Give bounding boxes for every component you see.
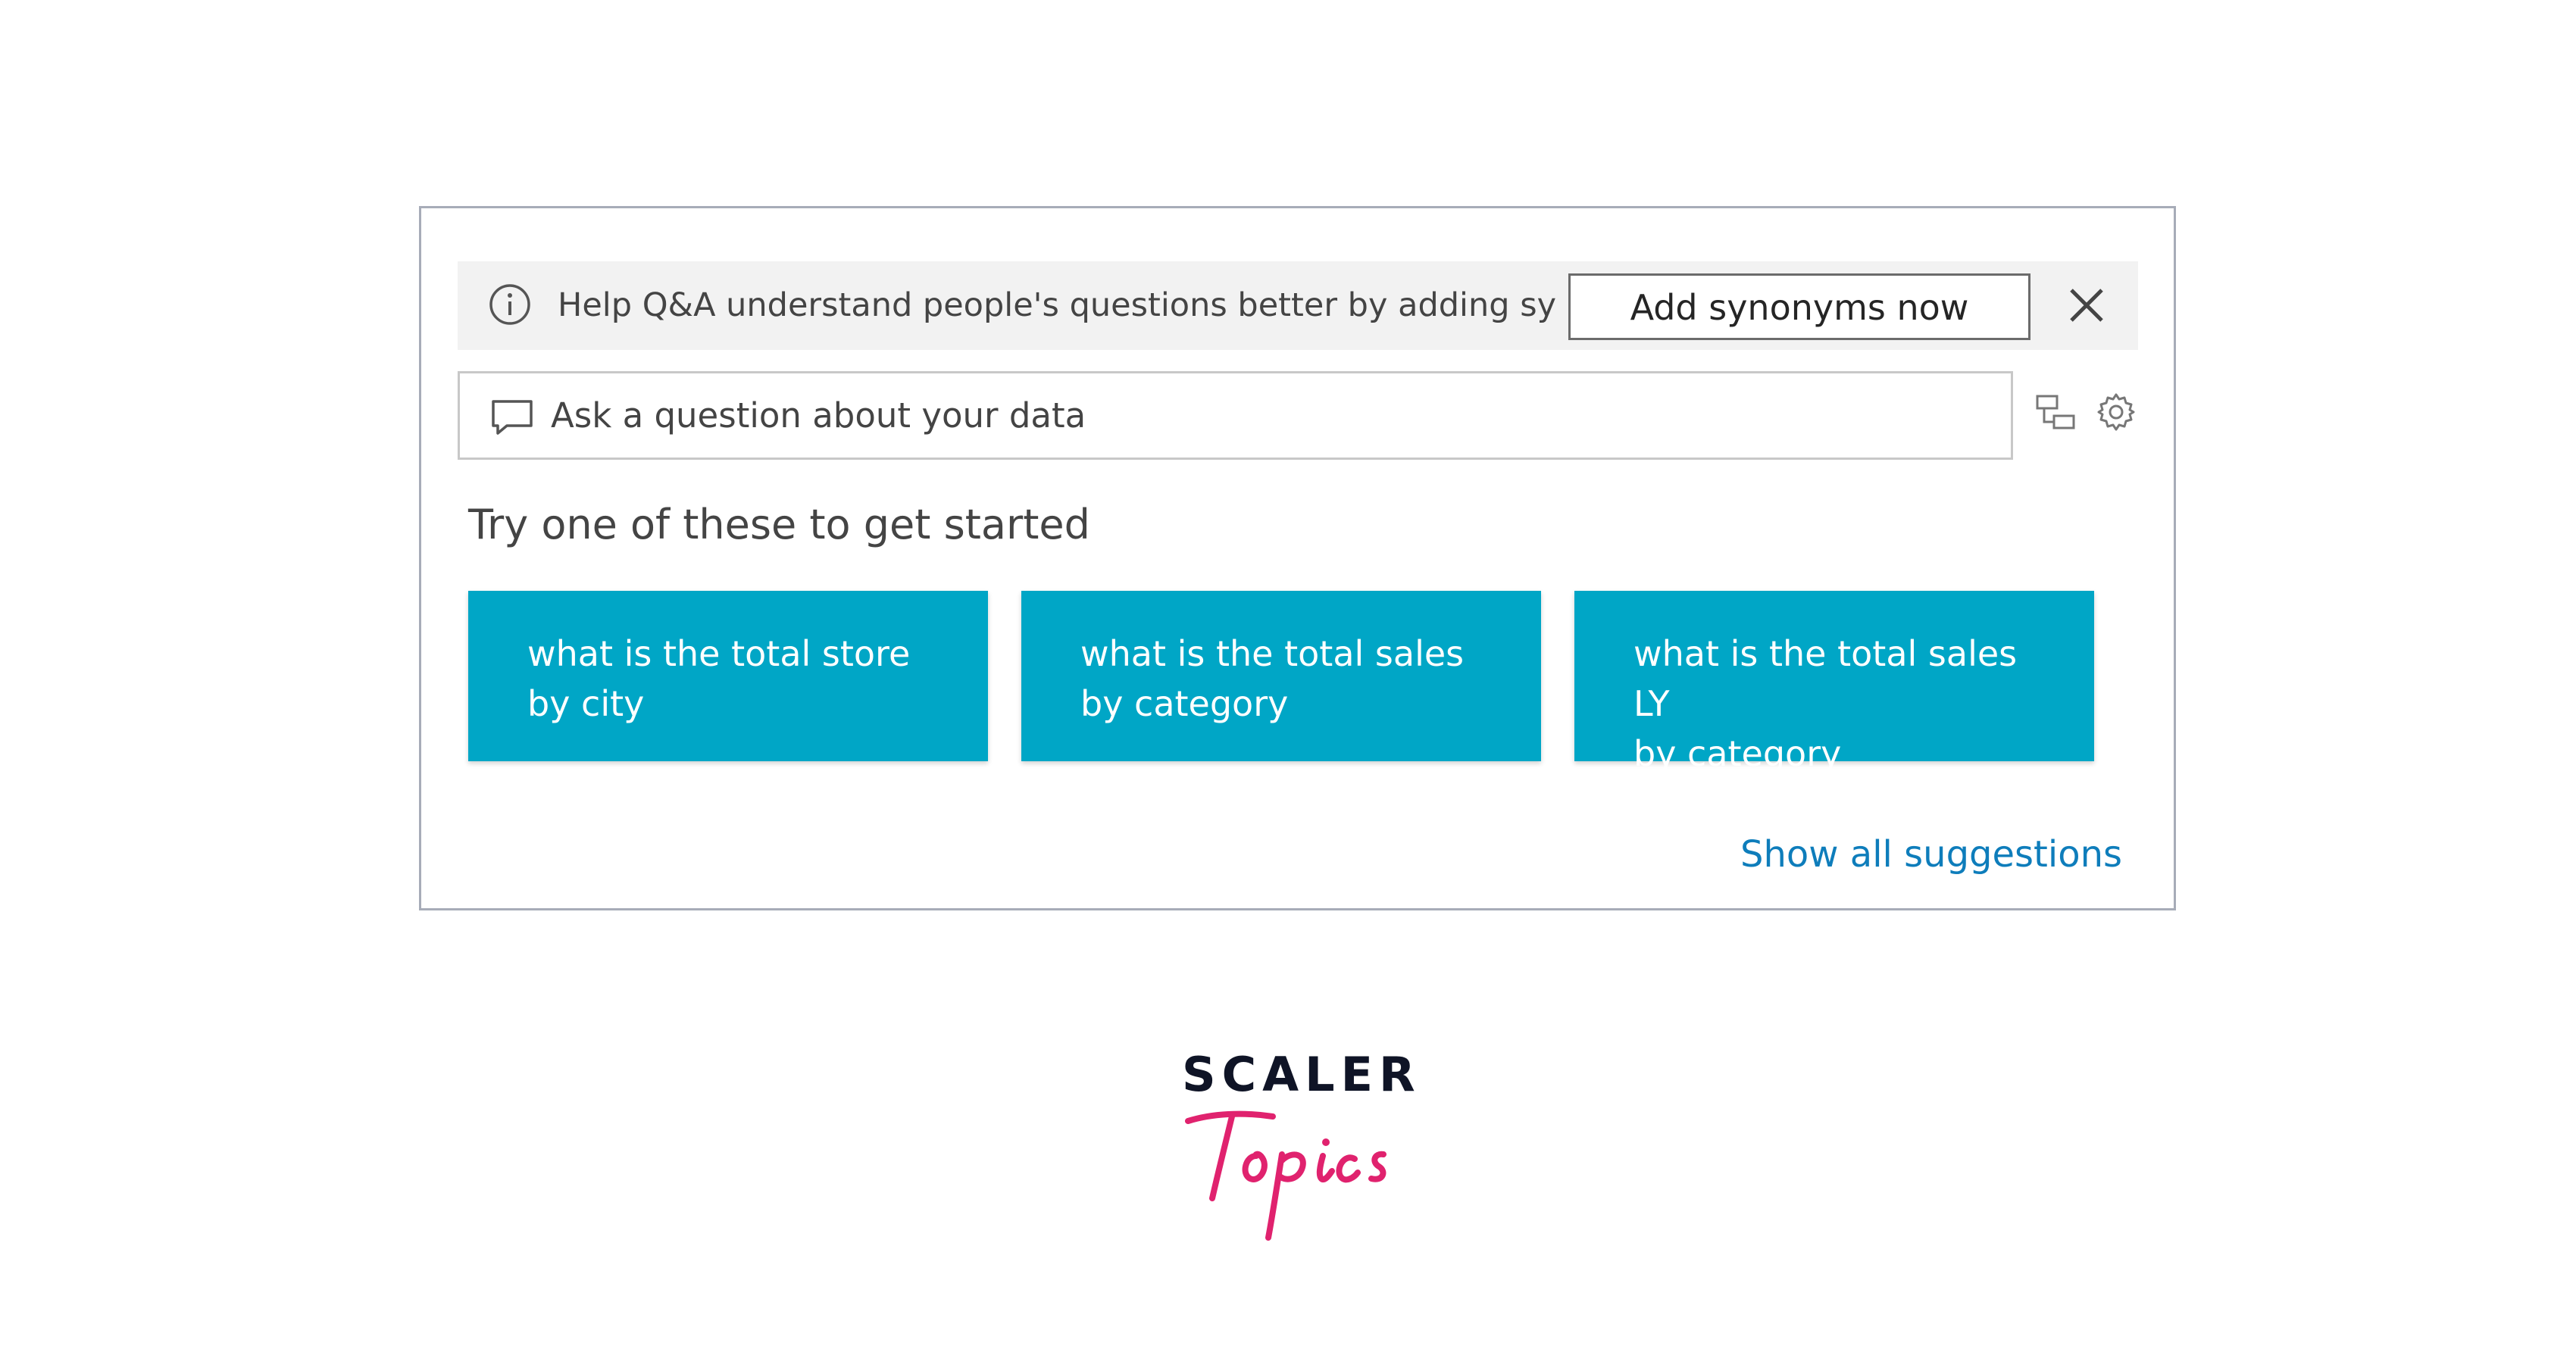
logo-script-topics: [1185, 1110, 1386, 1241]
qa-visual-panel: Help Q&A understand people's questions b…: [419, 206, 2176, 910]
add-synonyms-button[interactable]: Add synonyms now: [1568, 273, 2030, 340]
suggestion-card-sales-ly-by-category[interactable]: what is the total sales LY by category: [1574, 591, 2094, 774]
suggestion-label: what is the total store by city: [527, 633, 911, 724]
page: Help Q&A understand people's questions b…: [0, 0, 2576, 1371]
suggestion-label: what is the total sales LY by category: [1633, 633, 2018, 774]
suggestion-card-store-by-city[interactable]: what is the total store by city: [468, 591, 988, 761]
info-icon: [489, 284, 530, 325]
field-list-icon[interactable]: [2035, 392, 2076, 433]
gear-icon[interactable]: [2096, 392, 2137, 433]
close-icon[interactable]: [2064, 283, 2109, 328]
suggestion-card-sales-by-category[interactable]: what is the total sales by category: [1021, 591, 1541, 761]
logo-wordmark: SCALER: [1182, 1047, 1421, 1102]
question-input[interactable]: [551, 373, 1990, 458]
question-input-box[interactable]: [458, 371, 2013, 460]
show-all-suggestions-link[interactable]: Show all suggestions: [1740, 833, 2122, 876]
synonyms-banner: Help Q&A understand people's questions b…: [458, 261, 2138, 350]
scaler-topics-logo: SCALER: [1182, 1047, 1421, 1244]
suggestion-label: what is the total sales by category: [1080, 633, 1465, 724]
chat-bubble-icon: [492, 400, 533, 435]
suggestions-heading: Try one of these to get started: [468, 501, 1090, 548]
banner-message: Help Q&A understand people's questions b…: [558, 286, 1558, 324]
